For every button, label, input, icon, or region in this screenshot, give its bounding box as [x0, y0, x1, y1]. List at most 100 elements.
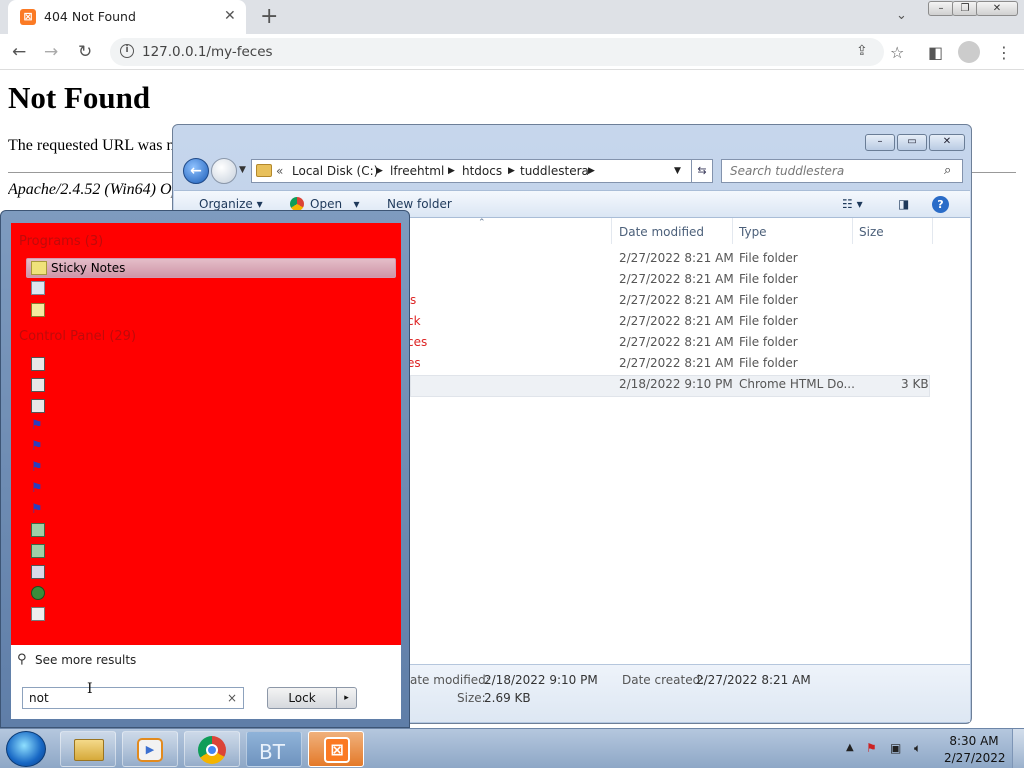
- explorer-icon: [74, 739, 104, 761]
- computer-icon[interactable]: [31, 378, 45, 392]
- programs-header[interactable]: Programs (3): [19, 234, 103, 249]
- control-panel-header[interactable]: Control Panel (29): [19, 329, 136, 344]
- file-type: File folder: [739, 314, 798, 328]
- back-arrow-icon[interactable]: ←: [183, 158, 209, 184]
- date-modified-label: ate modified:: [410, 673, 490, 687]
- refresh-icon[interactable]: ⇆: [691, 159, 713, 183]
- view-options-icon[interactable]: ☷ ▾: [842, 197, 863, 211]
- forward-arrow-icon[interactable]: [211, 158, 237, 184]
- volume-icon[interactable]: 🔈︎: [914, 741, 921, 756]
- file-date: 2/18/2022 9:10 PM: [619, 377, 733, 391]
- tab-strip: ⊠ 404 Not Found ✕ + ⌄ – ❐ ✕: [0, 0, 1024, 34]
- close-icon[interactable]: ✕: [929, 134, 965, 151]
- taskbar-media-player-button[interactable]: ▶: [122, 731, 178, 767]
- control-panel-item-icon[interactable]: [31, 586, 45, 600]
- control-panel-item-icon[interactable]: [31, 565, 45, 579]
- action-center-flag-icon[interactable]: ⚑: [31, 502, 43, 517]
- browser-tab[interactable]: ⊠ 404 Not Found ✕: [8, 0, 246, 34]
- sort-ascending-icon: ⌃: [478, 218, 486, 228]
- breadcrumb-arrow-icon[interactable]: ▶: [448, 166, 455, 176]
- file-type: File folder: [739, 356, 798, 370]
- notepad-icon[interactable]: [31, 281, 45, 295]
- file-size: 3 KB: [901, 377, 929, 391]
- search-icon[interactable]: ⌕: [944, 163, 951, 178]
- minimize-icon[interactable]: –: [928, 1, 954, 16]
- action-center-flag-icon[interactable]: ⚑: [31, 460, 43, 475]
- bookmark-star-icon[interactable]: ☆: [890, 43, 904, 62]
- taskbar-bt-button[interactable]: BT: [246, 731, 302, 767]
- result-sticky-notes[interactable]: Sticky Notes: [26, 258, 396, 278]
- breadcrumb-tuddlestera[interactable]: tuddlestera: [520, 164, 589, 178]
- site-info-icon[interactable]: i: [120, 44, 134, 58]
- maximize-icon[interactable]: ▭: [897, 134, 927, 151]
- computer-icon[interactable]: [31, 357, 45, 371]
- show-desktop-button[interactable]: [1012, 729, 1024, 768]
- power-options-arrow-icon[interactable]: ▸: [336, 688, 356, 708]
- action-center-flag-icon[interactable]: ⚑: [866, 741, 877, 755]
- breadcrumb-local-disk[interactable]: Local Disk (C:): [292, 164, 378, 178]
- explorer-search-input[interactable]: Search tuddlestera ⌕: [721, 159, 963, 183]
- folder-icon: [256, 164, 272, 177]
- breadcrumb-arrow-icon[interactable]: ▶: [376, 166, 383, 176]
- new-tab-button[interactable]: +: [260, 4, 278, 29]
- search-icon: ⚲: [17, 652, 27, 667]
- breadcrumb-htdocs[interactable]: htdocs: [462, 164, 502, 178]
- column-separator: [932, 218, 933, 244]
- forward-arrow-icon[interactable]: →: [44, 42, 58, 62]
- control-panel-item-icon[interactable]: [31, 607, 45, 621]
- menu-dots-icon[interactable]: ⋮: [996, 43, 1012, 62]
- column-size[interactable]: Size: [859, 225, 884, 239]
- breadcrumb-lfreehtml[interactable]: lfreehtml: [390, 164, 444, 178]
- size-label: Size:: [457, 691, 486, 705]
- taskbar-chrome-button[interactable]: [184, 731, 240, 767]
- preview-pane-icon[interactable]: ◨: [898, 197, 909, 211]
- action-center-flag-icon[interactable]: ⚑: [31, 439, 43, 454]
- close-icon[interactable]: ✕: [976, 1, 1018, 16]
- url-text[interactable]: 127.0.0.1/my-feces: [142, 44, 273, 60]
- action-center-flag-icon[interactable]: ⚑: [31, 481, 43, 496]
- new-folder-button[interactable]: New folder: [387, 197, 452, 211]
- minimize-icon[interactable]: –: [865, 134, 895, 151]
- restore-icon[interactable]: ❐: [952, 1, 978, 16]
- taskbar-xampp-button[interactable]: ⊠: [308, 731, 364, 767]
- show-hidden-icons-arrow-icon[interactable]: ▲: [846, 742, 854, 753]
- lock-button[interactable]: Lock ▸: [267, 687, 357, 709]
- share-icon[interactable]: ⇪: [856, 43, 868, 59]
- tab-close-icon[interactable]: ✕: [224, 8, 236, 24]
- chrome-icon: [198, 736, 226, 764]
- explorer-address-bar[interactable]: « Local Disk (C:) ▶ lfreehtml ▶ htdocs ▶…: [251, 159, 713, 183]
- computer-icon[interactable]: [31, 399, 45, 413]
- clock-date[interactable]: 2/27/2022: [944, 751, 1006, 765]
- clear-search-icon[interactable]: ×: [227, 691, 237, 705]
- size-value: 2.69 KB: [484, 691, 531, 705]
- notepad-icon[interactable]: [31, 303, 45, 317]
- column-date-modified[interactable]: Date modified: [619, 225, 704, 239]
- start-search-input[interactable]: not ×: [22, 687, 244, 709]
- tab-search-chevron-icon[interactable]: ⌄: [896, 8, 907, 23]
- recent-pages-dropdown-icon[interactable]: ▼: [239, 165, 246, 175]
- action-center-flag-icon[interactable]: ⚑: [31, 418, 43, 433]
- organize-button[interactable]: Organize ▾: [199, 197, 263, 211]
- back-arrow-icon[interactable]: ←: [12, 42, 26, 62]
- help-icon[interactable]: ?: [932, 196, 949, 213]
- address-bar[interactable]: i 127.0.0.1/my-feces ⇪: [110, 38, 884, 66]
- network-icon[interactable]: ▣: [890, 741, 901, 755]
- profile-avatar-icon[interactable]: [958, 41, 980, 63]
- control-panel-item-icon[interactable]: [31, 523, 45, 537]
- lock-label: Lock: [288, 691, 316, 705]
- tab-title: 404 Not Found: [44, 9, 136, 24]
- breadcrumb-overflow[interactable]: «: [276, 164, 283, 178]
- clock-time[interactable]: 8:30 AM: [944, 734, 1004, 748]
- taskbar-explorer-button[interactable]: [60, 731, 116, 767]
- control-panel-item-icon[interactable]: [31, 544, 45, 558]
- see-more-results-link[interactable]: ⚲ See more results: [11, 645, 401, 675]
- column-type[interactable]: Type: [739, 225, 767, 239]
- breadcrumb-arrow-icon[interactable]: ▶: [588, 166, 595, 176]
- start-button[interactable]: [6, 731, 46, 767]
- breadcrumb-arrow-icon[interactable]: ▶: [508, 166, 515, 176]
- address-dropdown-icon[interactable]: ▼: [674, 166, 681, 176]
- open-button[interactable]: Open ▾: [310, 197, 360, 211]
- start-menu: Programs (3) Sticky Notes Control Panel …: [0, 210, 410, 728]
- reload-icon[interactable]: ↻: [78, 42, 92, 62]
- side-panel-icon[interactable]: ◧: [928, 43, 943, 62]
